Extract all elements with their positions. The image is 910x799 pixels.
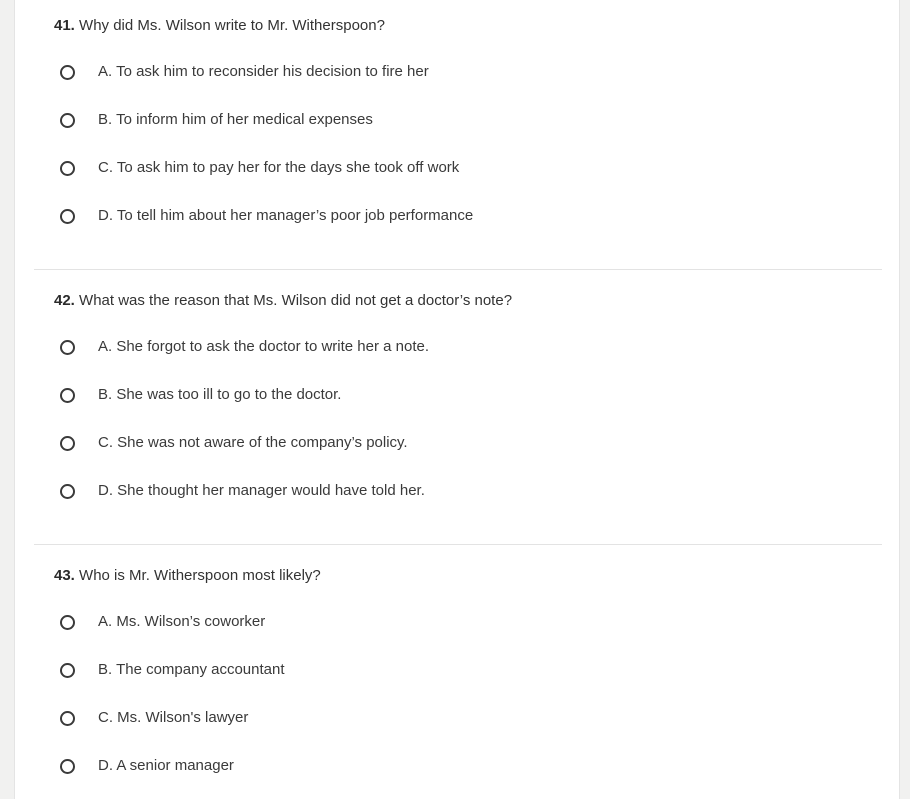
option-c[interactable]: C. Ms. Wilson's lawyer <box>60 706 248 730</box>
option-label: C. She was not aware of the company’s po… <box>98 434 408 451</box>
radio-button[interactable] <box>60 160 75 176</box>
radio-button[interactable] <box>60 64 75 80</box>
option-c[interactable]: C. She was not aware of the company’s po… <box>60 431 408 455</box>
radio-button[interactable] <box>60 112 75 128</box>
question-number: 42. <box>54 292 75 309</box>
option-label: D. She thought her manager would have to… <box>98 482 425 499</box>
question-title: 43. Who is Mr. Witherspoon most likely? <box>54 566 321 586</box>
option-b[interactable]: B. She was too ill to go to the doctor. <box>60 383 341 407</box>
option-label: D. A senior manager <box>98 757 234 774</box>
option-label: A. Ms. Wilson’s coworker <box>98 613 266 630</box>
option-label: B. The company accountant <box>98 661 285 678</box>
option-d[interactable]: D. She thought her manager would have to… <box>60 479 425 503</box>
radio-button[interactable] <box>60 339 75 355</box>
radio-button[interactable] <box>60 662 75 678</box>
radio-button[interactable] <box>60 614 75 630</box>
radio-button[interactable] <box>60 483 75 499</box>
option-label: A. To ask him to reconsider his decision… <box>98 63 429 80</box>
quiz-sheet: 41. Why did Ms. Wilson write to Mr. With… <box>14 0 900 799</box>
question-text: Who is Mr. Witherspoon most likely? <box>79 567 321 584</box>
option-label: B. To inform him of her medical expenses <box>98 111 373 128</box>
option-label: B. She was too ill to go to the doctor. <box>98 386 342 403</box>
option-a[interactable]: A. To ask him to reconsider his decision… <box>60 60 429 84</box>
option-b[interactable]: B. The company accountant <box>60 658 285 682</box>
option-a[interactable]: A. Ms. Wilson’s coworker <box>60 610 265 634</box>
question-text: What was the reason that Ms. Wilson did … <box>79 292 513 309</box>
question-title: 42. What was the reason that Ms. Wilson … <box>54 291 512 311</box>
option-b[interactable]: B. To inform him of her medical expenses <box>60 108 373 132</box>
question-text: Why did Ms. Wilson write to Mr. Withersp… <box>79 17 385 34</box>
option-d[interactable]: D. To tell him about her manager’s poor … <box>60 204 473 228</box>
option-c[interactable]: C. To ask him to pay her for the days sh… <box>60 156 459 180</box>
radio-button[interactable] <box>60 387 75 403</box>
radio-button[interactable] <box>60 710 75 726</box>
option-a[interactable]: A. She forgot to ask the doctor to write… <box>60 335 429 359</box>
radio-button[interactable] <box>60 758 75 774</box>
question-title: 41. Why did Ms. Wilson write to Mr. With… <box>54 16 385 36</box>
divider <box>34 544 882 545</box>
option-label: A. She forgot to ask the doctor to write… <box>98 338 430 355</box>
radio-button[interactable] <box>60 435 75 451</box>
option-label: D. To tell him about her manager’s poor … <box>98 207 474 224</box>
question-number: 41. <box>54 17 75 34</box>
question-number: 43. <box>54 567 75 584</box>
option-d[interactable]: D. A senior manager <box>60 754 234 778</box>
radio-button[interactable] <box>60 208 75 224</box>
option-label: C. Ms. Wilson's lawyer <box>98 709 249 726</box>
divider <box>34 269 882 270</box>
option-label: C. To ask him to pay her for the days sh… <box>98 159 460 176</box>
